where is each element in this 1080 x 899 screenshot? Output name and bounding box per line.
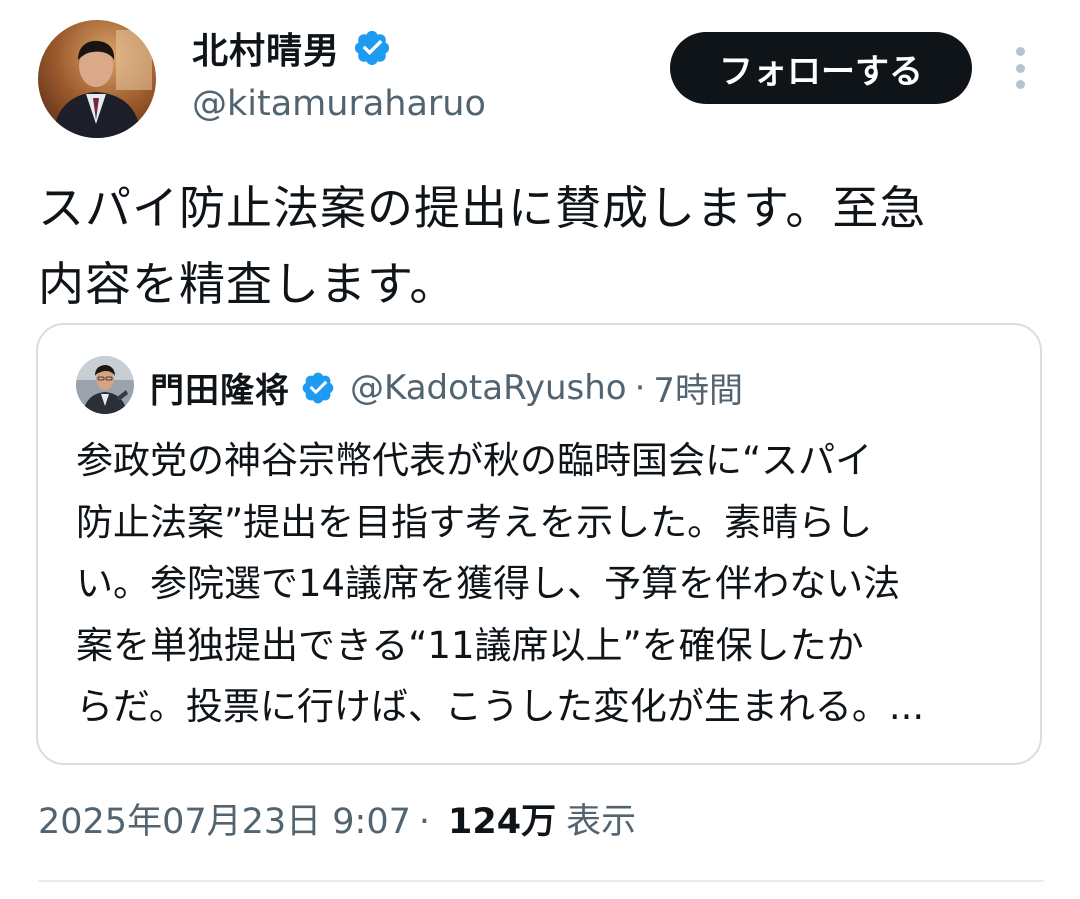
divider <box>38 880 1044 882</box>
quoted-text-line: 案を単独提出できる“11議席以上”を確保したか <box>76 623 864 667</box>
author-avatar[interactable] <box>38 20 156 138</box>
quoted-handle: @KadotaRyusho <box>350 367 627 408</box>
quoted-tweet-card[interactable]: 門田隆将 @KadotaRyusho · 7時間 参政党の神谷宗幣代表が秋の臨時… <box>36 323 1042 765</box>
tweet-timestamp[interactable]: 2025年07月23日 9:07 <box>38 793 411 844</box>
author-display-name[interactable]: 北村晴男 <box>192 22 340 74</box>
more-dot <box>1015 80 1025 89</box>
quoted-author-avatar[interactable] <box>76 356 134 414</box>
views-label: 表示 <box>566 802 637 842</box>
verified-badge-icon <box>352 28 392 68</box>
tweet-text-line: スパイ防止法案の提出に賛成します。至急 <box>38 181 927 235</box>
tweet-text-line: 内容を精査します。 <box>38 257 457 311</box>
tweet-text: スパイ防止法案の提出に賛成します。至急 内容を精査します。 <box>38 170 1038 322</box>
more-dot <box>1015 47 1025 56</box>
quoted-text-line: 防止法案”提出を目指す考えを示した。素晴らし <box>76 500 873 544</box>
quoted-text-line: らだ。投票に行けば、こうした変化が生まれる。... <box>76 685 925 728</box>
follow-button[interactable]: フォローする <box>670 32 972 104</box>
author-name-row[interactable]: 北村晴男 <box>192 22 392 74</box>
quoted-header: 門田隆将 @KadotaRyusho · 7時間 <box>150 363 743 412</box>
tweet-meta: 2025年07月23日 9:07 · 124万 表示 <box>38 793 636 844</box>
quoted-display-name: 門田隆将 <box>150 371 290 411</box>
more-dot <box>1015 63 1025 73</box>
dot-separator: · <box>418 802 431 842</box>
views-count: 124万 <box>448 802 557 842</box>
more-options-icon[interactable] <box>1004 44 1036 92</box>
tweet-detail: 北村晴男 @kitamuraharuo フォローする スパイ防止法案の提出に賛成… <box>0 0 1080 899</box>
author-handle[interactable]: @kitamuraharuo <box>192 84 486 124</box>
dot-separator: · <box>634 367 646 408</box>
quoted-tweet-text: 参政党の神谷宗幣代表が秋の臨時国会に“スパイ 防止法案”提出を目指す考えを示した… <box>76 430 1016 738</box>
quoted-timestamp[interactable]: 7時間 <box>653 363 743 412</box>
quoted-text-line: い。参院選で14議席を獲得し、予算を伴わない法 <box>76 562 901 605</box>
quoted-text-line: 参政党の神谷宗幣代表が秋の臨時国会に“スパイ <box>76 439 873 482</box>
verified-badge-icon <box>300 370 336 406</box>
